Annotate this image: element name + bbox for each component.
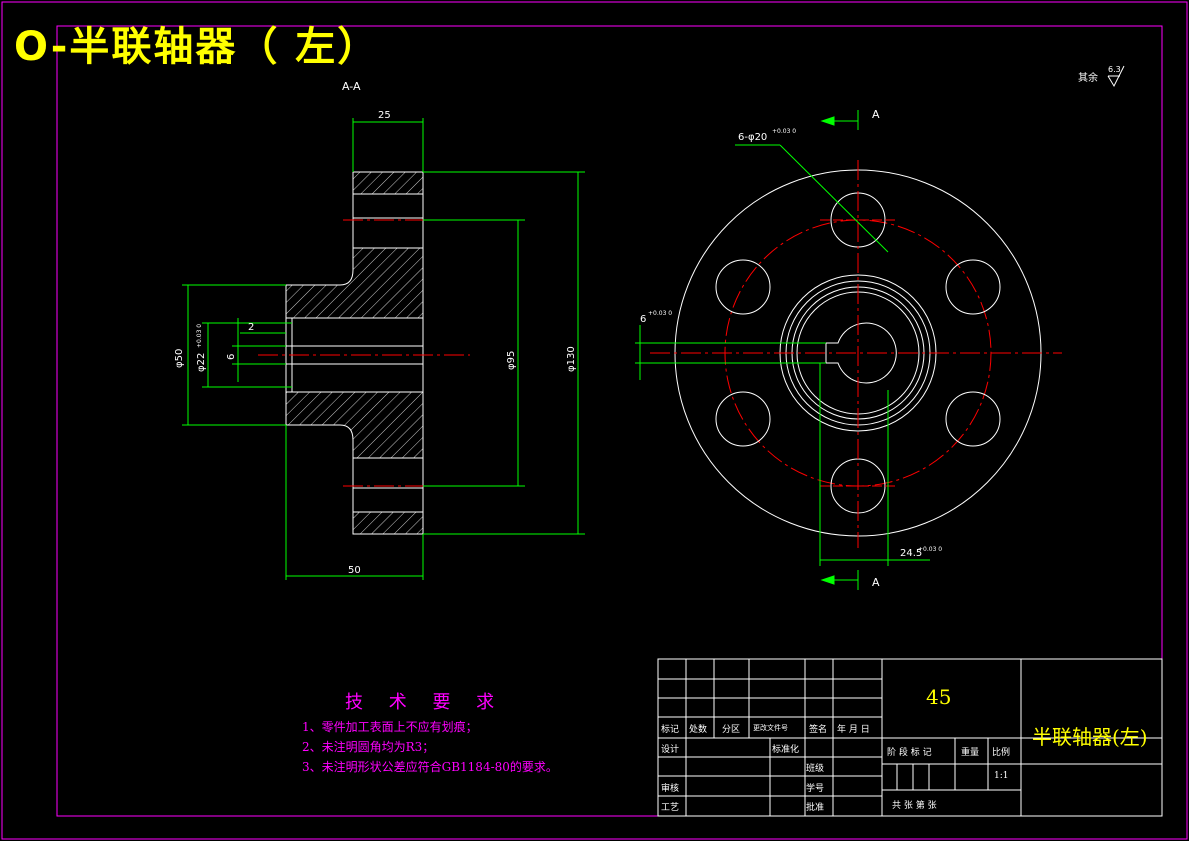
- section-label: A-A: [342, 80, 361, 93]
- tb-student-id: 学号: [806, 784, 825, 794]
- tb-process: 工艺: [661, 803, 680, 813]
- dim-phi50: φ50: [174, 348, 185, 368]
- section-view: [258, 171, 470, 535]
- tb-total-sheets: 共 张 第 张: [892, 801, 937, 811]
- dim-50-length: 50: [348, 565, 361, 576]
- tb-class: 班级: [806, 764, 825, 774]
- dim-25: 25: [378, 110, 391, 121]
- dim-phi95: φ95: [506, 350, 517, 370]
- inner-frame: [56, 25, 1163, 817]
- tb-scale-value: 1:1: [994, 771, 1009, 781]
- outer-frame: [1, 1, 1188, 840]
- tb-date: 年 月 日: [837, 725, 870, 735]
- dim-phi22-tol: +0.03 0: [196, 323, 203, 348]
- tech-requirement-2: 2、未注明圆角均为R3；: [302, 740, 435, 754]
- dim-6: 6: [226, 353, 237, 360]
- dim-keyway-width-tol: +0.03 0: [648, 310, 673, 317]
- tb-change-doc: 更改文件号: [753, 724, 788, 732]
- tb-scale: 比例: [992, 748, 1011, 758]
- tb-approve: 批准: [806, 803, 825, 813]
- front-dimensions: [635, 110, 930, 590]
- tb-mark: 标记: [661, 725, 680, 735]
- dim-keyway-width: 6: [640, 314, 647, 325]
- dim-holes-tol: +0.03 0: [772, 128, 797, 135]
- cut-marker-bottom: A: [872, 576, 880, 589]
- material: 45: [926, 685, 952, 709]
- drawing-title: O-半联轴器（ 左）: [14, 24, 380, 70]
- tb-standardize: 标准化: [772, 745, 800, 755]
- tb-count: 处数: [689, 725, 708, 735]
- tb-weight: 重量: [961, 748, 980, 758]
- tb-design: 设计: [661, 745, 680, 755]
- dim-phi130: φ130: [566, 346, 577, 372]
- tech-requirements-heading: 技 术 要 求: [345, 692, 505, 713]
- tb-stage-mark: 阶 段 标 记: [887, 748, 932, 758]
- cut-marker-top: A: [872, 108, 880, 121]
- tb-signature: 签名: [809, 725, 828, 735]
- part-name: 半联轴器(左): [1032, 725, 1148, 749]
- tech-requirement-3: 3、未注明形状公差应符合GB1184-80的要求。: [302, 760, 558, 774]
- front-view: [650, 160, 1062, 548]
- tb-review: 审核: [661, 784, 680, 794]
- dim-2: 2: [248, 322, 255, 333]
- tb-zone: 分区: [722, 725, 741, 735]
- roughness-value: 6.3: [1108, 65, 1121, 74]
- dim-phi22: φ22: [196, 352, 207, 372]
- roughness-note: 其余: [1078, 73, 1098, 84]
- dim-keyway-depth-tol: +0.03 0: [918, 546, 943, 553]
- tech-requirement-1: 1、零件加工表面上不应有划痕；: [302, 720, 478, 734]
- drawing-canvas: [1, 1, 1188, 840]
- dim-holes: 6-φ20: [738, 132, 768, 143]
